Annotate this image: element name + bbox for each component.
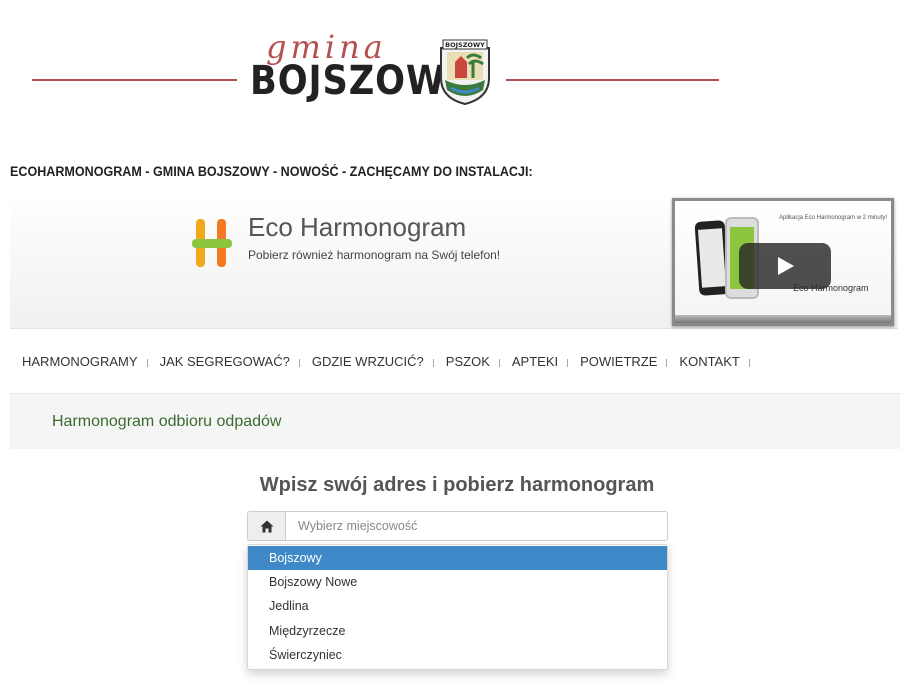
nav-item-kontakt[interactable]: KONTAKT	[667, 354, 751, 369]
site-header: gmina BOJSZOWY BOJSZOWY	[0, 0, 900, 130]
eco-harmonogram-logo-icon	[192, 219, 232, 267]
nav-item-harmonogramy[interactable]: HARMONOGRAMY	[10, 354, 148, 369]
dropdown-option-bojszowy-nowe[interactable]: Bojszowy Nowe	[248, 570, 667, 594]
dropdown-option-miedzyrzecze[interactable]: Międzyrzecze	[248, 619, 667, 643]
header-divider-right	[506, 79, 719, 81]
header-divider-left	[32, 79, 237, 81]
crest-label: BOJSZOWY	[445, 41, 485, 49]
address-search-group	[247, 511, 668, 541]
nav-item-apteki[interactable]: APTEKI	[500, 354, 569, 369]
play-button[interactable]	[739, 243, 831, 289]
play-icon	[778, 257, 794, 275]
promo-video[interactable]: Aplikacja Eco Harmonogram w 2 minuty! Ec…	[672, 198, 894, 326]
page-title: Harmonogram odbioru odpadów	[52, 413, 282, 430]
town-dropdown: Bojszowy Bojszowy Nowe Jedlina Międzyrze…	[247, 544, 668, 670]
nav-item-pszok[interactable]: PSZOK	[434, 354, 500, 369]
video-thumbnail: Aplikacja Eco Harmonogram w 2 minuty! Ec…	[675, 201, 891, 323]
dropdown-option-bojszowy[interactable]: Bojszowy	[248, 546, 667, 571]
dropdown-option-swierczyniec[interactable]: Świerczyniec	[248, 643, 667, 667]
nav-item-jak-segregowac[interactable]: JAK SEGREGOWAĆ?	[148, 354, 301, 369]
nav-item-gdzie-wrzucic[interactable]: GDZIE WRZUCIĆ?	[300, 354, 434, 369]
main-navigation: HARMONOGRAMY JAK SEGREGOWAĆ? GDZIE WRZUC…	[10, 346, 898, 376]
eco-harmonogram-banner[interactable]: Eco Harmonogram Pobierz również harmonog…	[10, 193, 898, 329]
banner-subtitle: Pobierz również harmonogram na Swój tele…	[248, 248, 501, 262]
video-caption: Aplikacja Eco Harmonogram w 2 minuty!	[779, 215, 888, 221]
dropdown-option-jedlina[interactable]: Jedlina	[248, 594, 667, 618]
home-icon	[260, 520, 273, 532]
section-header: Harmonogram odbioru odpadów	[10, 393, 900, 449]
video-progress-bar	[675, 315, 891, 323]
app-install-notice: ECOHARMONOGRAM - GMINA BOJSZOWY - NOWOŚĆ…	[10, 164, 533, 179]
search-addon	[247, 511, 286, 541]
nav-item-powietrze[interactable]: POWIETRZE	[568, 354, 668, 369]
search-heading: Wpisz swój adres i pobierz harmonogram	[259, 474, 655, 496]
banner-title: Eco Harmonogram	[248, 212, 467, 242]
coat-of-arms-icon: BOJSZOWY	[440, 39, 490, 106]
town-search-input[interactable]	[286, 511, 668, 541]
